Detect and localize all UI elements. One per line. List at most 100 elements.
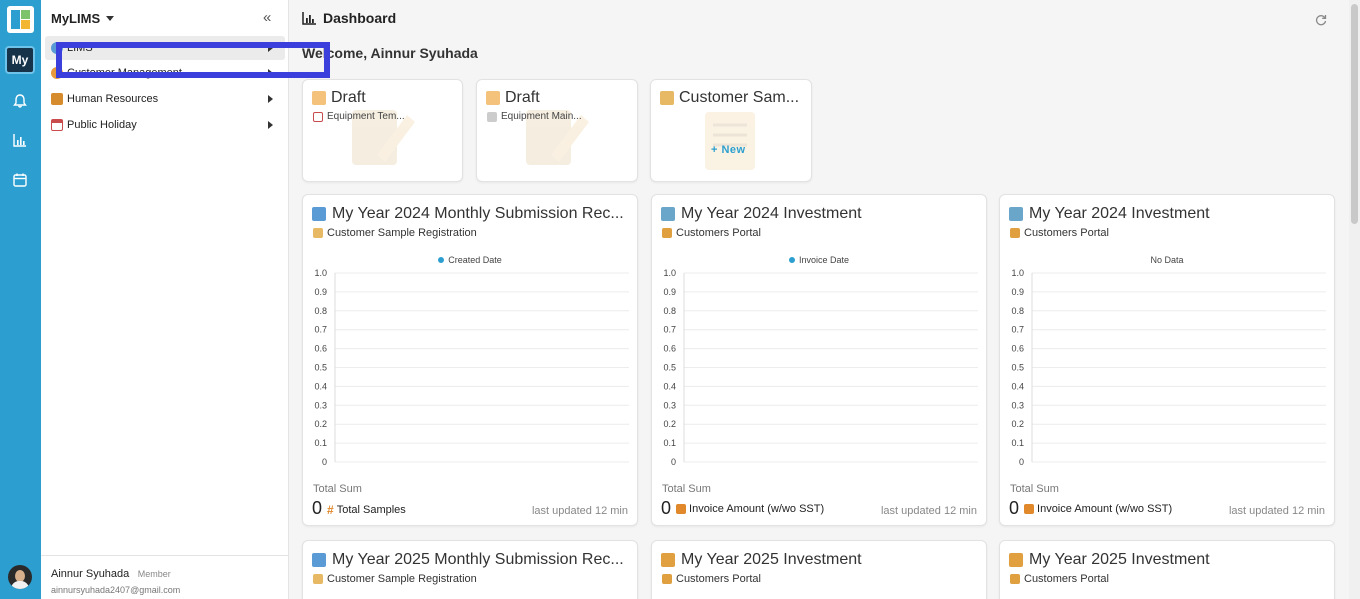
- memo-icon: [486, 91, 500, 105]
- user-role: Member: [137, 569, 171, 579]
- total-row: 0 Invoice Amount (w/wo SST): [661, 498, 824, 519]
- chart-card: My Year 2024 Investment Customers Portal…: [651, 194, 987, 526]
- y-tick-label: 0.2: [663, 419, 676, 429]
- user-name: Ainnur Syuhada: [51, 568, 130, 580]
- card-subtitle: Equipment Tem...: [313, 111, 405, 122]
- sidebar: MyLIMS « LIMS Customer Management Human …: [41, 0, 289, 599]
- y-tick-label: 0.1: [1011, 438, 1024, 448]
- legend-dot-icon: [438, 257, 445, 263]
- y-tick-label: 0.2: [1011, 419, 1024, 429]
- y-tick-label: 0.8: [1011, 306, 1024, 316]
- total-label: Total Sum: [313, 483, 362, 495]
- memo-icon: [312, 91, 326, 105]
- sidebar-item-human-resources[interactable]: Human Resources: [45, 87, 285, 111]
- hash-icon: #: [327, 503, 334, 517]
- chart-plot: 1.0 0.9 0.8 0.7 0.6 0.5 0.4 0.3 0.2 0.1 0: [663, 268, 978, 465]
- y-tick-label: 0.5: [663, 363, 676, 373]
- my-workspace-button[interactable]: My: [5, 46, 35, 74]
- y-tick-label: 0.7: [663, 325, 676, 335]
- chart-plot: 1.0 0.9 0.8 0.7 0.6 0.5 0.4 0.3 0.2 0.1 0: [314, 268, 629, 465]
- y-tick-label: 0: [322, 457, 327, 465]
- sidebar-item-label: Human Resources: [67, 93, 159, 105]
- y-tick-label: 0.3: [663, 400, 676, 410]
- scroll-icon: [660, 91, 674, 105]
- scrollbar-thumb[interactable]: [1351, 4, 1358, 224]
- chart-legend[interactable]: Invoice Date: [652, 255, 986, 265]
- y-tick-label: 0.6: [314, 344, 327, 354]
- people-icon: [1010, 574, 1020, 584]
- chart-card: My Year 2025 Investment Customers Portal: [999, 540, 1335, 599]
- chart-legend[interactable]: Created Date: [303, 255, 637, 265]
- y-tick-label: 0.4: [1011, 381, 1024, 391]
- app-switcher[interactable]: MyLIMS: [51, 11, 115, 26]
- chart-card: My Year 2024 Investment Customers Portal…: [999, 194, 1335, 526]
- y-tick-label: 0.9: [314, 287, 327, 297]
- user-footer[interactable]: Ainnur Syuhada Member ainnursyuhada2407@…: [41, 555, 288, 599]
- person-icon: [1009, 553, 1023, 567]
- y-tick-label: 0.5: [314, 363, 327, 373]
- total-unit: Invoice Amount (w/wo SST): [676, 503, 824, 515]
- left-rail: My: [0, 0, 41, 599]
- scroll-icon: [313, 574, 323, 584]
- y-tick-label: 0.9: [1011, 287, 1024, 297]
- y-tick-label: 0.3: [314, 400, 327, 410]
- y-tick-label: 0.8: [663, 306, 676, 316]
- bell-icon[interactable]: [10, 91, 30, 111]
- bar-chart-icon: [302, 12, 316, 25]
- caret-right-icon: [268, 95, 273, 103]
- money-icon: [1024, 504, 1035, 514]
- chart-card: My Year 2025 Monthly Submission Rec... C…: [302, 540, 638, 599]
- last-updated: last updated 12 min: [531, 505, 628, 517]
- chart-subtitle: Customer Sample Registration: [313, 227, 477, 239]
- y-tick-label: 0.6: [1011, 344, 1024, 354]
- user-email: ainnursyuhada2407@gmail.com: [51, 585, 181, 595]
- y-tick-label: 0.4: [314, 381, 327, 391]
- y-tick-label: 0.4: [663, 381, 676, 391]
- y-tick-label: 0.7: [314, 325, 327, 335]
- y-tick-label: 0.8: [314, 306, 327, 316]
- page-scrollbar[interactable]: [1349, 0, 1360, 599]
- card-subtitle: Equipment Main...: [487, 111, 582, 122]
- app-name: MyLIMS: [51, 11, 101, 26]
- people-icon: [1010, 228, 1020, 238]
- new-record-button[interactable]: + New: [711, 144, 746, 156]
- card-title: Draft: [312, 89, 366, 107]
- app-logo-icon[interactable]: [7, 6, 34, 33]
- surfer-icon: [1009, 207, 1023, 221]
- total-unit: Invoice Amount (w/wo SST): [1024, 503, 1172, 515]
- sidebar-item-public-holiday[interactable]: Public Holiday: [45, 113, 285, 137]
- chart-title: My Year 2025 Monthly Submission Rec...: [312, 551, 624, 569]
- caret-right-icon: [268, 121, 273, 129]
- last-updated: last updated 12 min: [880, 505, 977, 517]
- sidebar-item-label: Public Holiday: [67, 119, 137, 131]
- human-resources-icon: [51, 93, 63, 105]
- page-title-text: Dashboard: [323, 10, 397, 26]
- people-icon: [662, 574, 672, 584]
- y-tick-label: 0.1: [314, 438, 327, 448]
- draft-card[interactable]: Draft Equipment Main...: [476, 79, 638, 182]
- document-icon: [487, 111, 497, 122]
- surfer-icon: [661, 207, 675, 221]
- chart-card: My Year 2025 Investment Customers Portal: [651, 540, 987, 599]
- chart-title: My Year 2024 Investment: [1009, 205, 1210, 223]
- y-tick-label: 0.9: [663, 287, 676, 297]
- calendar-icon[interactable]: [10, 170, 30, 190]
- customer-sample-card[interactable]: Customer Sam... + New: [650, 79, 812, 182]
- draft-card[interactable]: Draft Equipment Tem...: [302, 79, 463, 182]
- money-icon: [676, 504, 687, 514]
- last-updated: last updated 12 min: [1228, 505, 1325, 517]
- total-value: 0: [661, 498, 672, 518]
- bar-chart-icon[interactable]: [10, 130, 30, 150]
- total-row: 0 Invoice Amount (w/wo SST): [1009, 498, 1172, 519]
- calendar-icon: [51, 119, 63, 131]
- avatar[interactable]: [8, 565, 32, 589]
- card-title: Draft: [486, 89, 540, 107]
- chart-subtitle: Customers Portal: [1010, 227, 1109, 239]
- chart-title: My Year 2024 Investment: [661, 205, 862, 223]
- y-tick-label: 1.0: [314, 268, 327, 278]
- total-label: Total Sum: [1010, 483, 1059, 495]
- clipboard-icon: [313, 111, 323, 122]
- refresh-icon[interactable]: [1315, 14, 1327, 29]
- card-title: Customer Sam...: [660, 89, 799, 107]
- collapse-sidebar-icon[interactable]: «: [263, 9, 271, 26]
